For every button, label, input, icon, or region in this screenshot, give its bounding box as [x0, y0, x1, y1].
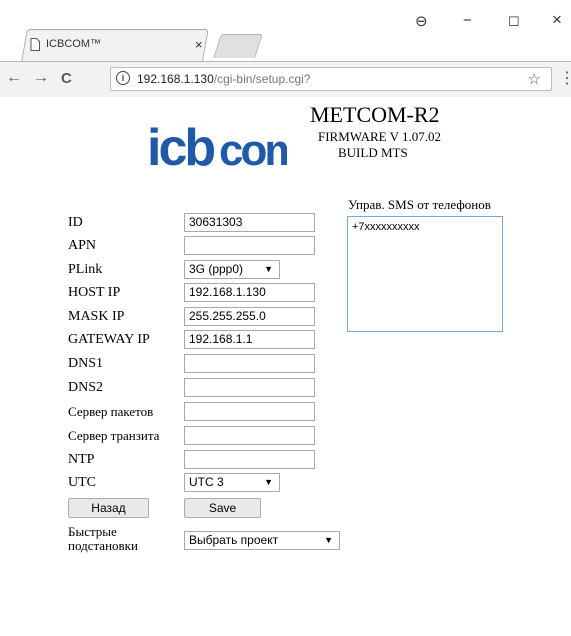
quick-sub-label: Быстрые подстановки [68, 525, 138, 553]
dns2-label: DNS2 [68, 380, 104, 395]
packet-server-label: Сервер пакетов [68, 404, 154, 419]
utc-label: UTC [68, 475, 96, 490]
mask-ip-field[interactable]: 255.255.255.0 [184, 307, 315, 326]
browser-menu-icon[interactable]: ⋮ [559, 68, 571, 88]
project-select-value: Выбрать проект [189, 533, 279, 547]
url-host: 192.168.1.130 [137, 72, 214, 86]
utc-select-value: UTC 3 [189, 475, 224, 489]
host-ip-field[interactable]: 192.168.1.130 [184, 283, 315, 302]
gateway-ip-label: GATEWAY IP [68, 332, 150, 347]
page-content: icb com METCOM-R2 FIRMWARE V 1.07.02 BUI… [0, 97, 571, 636]
account-icon[interactable]: ⊖ [415, 12, 428, 30]
quick-sub-label-line2: подстановки [68, 538, 138, 553]
page-icon [30, 38, 40, 51]
sms-control-label: Управ. SMS от телефонов [348, 197, 491, 212]
ntp-label: NTP [68, 452, 95, 467]
transit-server-field[interactable] [184, 426, 315, 445]
host-ip-label: HOST IP [68, 285, 121, 300]
plink-select-value: 3G (ppp0) [189, 262, 244, 276]
quick-sub-label-line1: Быстрые [68, 524, 117, 539]
id-label: ID [68, 215, 83, 230]
tab-close-icon[interactable]: × [195, 37, 203, 52]
address-bar[interactable]: i 192.168.1.130/cgi-bin/setup.cgi? ☆ [110, 67, 552, 91]
transit-server-label: Сервер транзита [68, 428, 160, 443]
tab-title: ICBCOM™ [46, 38, 101, 50]
project-select[interactable]: Выбрать проект ▼ [184, 531, 340, 550]
gateway-ip-field[interactable]: 192.168.1.1 [184, 330, 315, 349]
utc-select[interactable]: UTC 3 ▼ [184, 473, 280, 492]
mask-ip-label: MASK IP [68, 309, 125, 324]
chevron-down-icon: ▼ [264, 477, 273, 487]
save-button[interactable]: Save [184, 498, 261, 518]
new-tab-button[interactable] [213, 34, 263, 58]
browser-tab[interactable]: ICBCOM™ × [30, 33, 210, 59]
ntp-field[interactable] [184, 450, 315, 469]
maximize-button[interactable]: ☐ [508, 14, 520, 30]
browser-titlebar: ICBCOM™ × ⊖ − ☐ × [0, 0, 571, 62]
product-title: METCOM-R2 [310, 102, 440, 127]
bookmark-star-icon[interactable]: ☆ [528, 70, 541, 88]
forward-arrow-icon[interactable]: → [33, 69, 49, 87]
url-text[interactable]: 192.168.1.130/cgi-bin/setup.cgi? [137, 72, 310, 86]
chevron-down-icon: ▼ [264, 264, 273, 274]
dns1-field[interactable] [184, 354, 315, 373]
svg-text:icb: icb [147, 119, 214, 175]
plink-label: PLink [68, 262, 103, 277]
url-path: /cgi-bin/setup.cgi? [213, 72, 311, 86]
id-field[interactable]: 30631303 [184, 213, 315, 232]
minimize-button[interactable]: − [463, 12, 472, 29]
chevron-down-icon: ▼ [324, 535, 333, 545]
reload-icon[interactable]: C [61, 70, 72, 87]
close-window-button[interactable]: × [552, 10, 562, 30]
back-button[interactable]: Назад [68, 498, 149, 518]
apn-field[interactable] [184, 236, 315, 255]
browser-toolbar: ← → C i 192.168.1.130/cgi-bin/setup.cgi?… [0, 61, 571, 98]
build-label: BUILD MTS [338, 145, 408, 160]
dns2-field[interactable] [184, 378, 315, 397]
back-arrow-icon[interactable]: ← [6, 69, 22, 87]
svg-text:com: com [219, 126, 287, 175]
dns1-label: DNS1 [68, 356, 104, 371]
sms-phones-textarea[interactable]: +7xxxxxxxxxx [347, 216, 503, 332]
icbcom-logo: icb com [147, 119, 287, 175]
plink-select[interactable]: 3G (ppp0) ▼ [184, 260, 280, 279]
firmware-version: FIRMWARE V 1.07.02 [318, 129, 442, 144]
packet-server-field[interactable] [184, 402, 315, 421]
apn-label: APN [68, 238, 97, 253]
info-icon[interactable]: i [116, 71, 130, 85]
